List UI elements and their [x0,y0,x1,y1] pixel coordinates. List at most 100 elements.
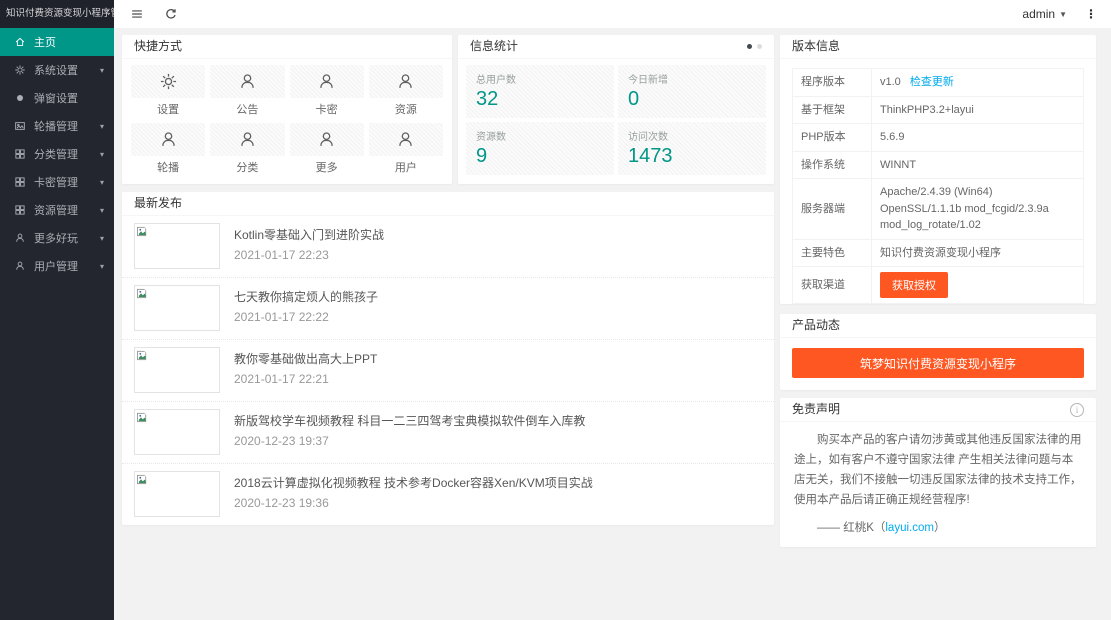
sidebar-item-more-fun[interactable]: 更多好玩 ▾ [0,224,114,252]
broken-image-icon [137,226,148,237]
user-menu[interactable]: admin ▼ [1022,7,1067,21]
vertical-ellipsis-icon[interactable]: ⋮ [1085,7,1097,21]
collapse-sidebar-icon[interactable] [130,7,144,21]
stat-label: 今日新增 [628,71,756,86]
post-date: 2021-01-17 22:21 [234,372,377,386]
user-icon [290,65,364,98]
row-label: 获取渠道 [793,267,872,304]
shortcut-user[interactable]: 用户 [369,123,443,179]
broken-image-icon [137,350,148,361]
product-link-button[interactable]: 筑梦知识付费资源变现小程序 [792,348,1084,378]
post-thumbnail [134,409,220,455]
disclaimer-card: 免责声明 i 购买本产品的客户请勿涉黄或其他违反国家法律的用途上，如有客户不遵守… [780,398,1096,547]
shortcut-label: 用户 [369,156,443,179]
broken-image-icon [137,412,148,423]
shortcut-label: 更多 [290,156,364,179]
sidebar-item-card-key-management[interactable]: 卡密管理 ▾ [0,168,114,196]
shortcut-carousel[interactable]: 轮播 [131,123,205,179]
stat-value: 9 [476,145,604,168]
carousel-dot[interactable] [757,44,762,49]
broken-image-icon [137,288,148,299]
stat-label: 资源数 [476,128,604,143]
refresh-icon[interactable] [164,7,178,21]
version-info-card: 版本信息 程序版本 v1.0 检查更新 基于框架 ThinkPHP3.2+lay… [780,35,1096,304]
post-thumbnail [134,223,220,269]
stat-label: 总用户数 [476,71,604,86]
sidebar-item-home[interactable]: 主页 [0,28,114,56]
list-item[interactable]: Kotlin零基础入门到进阶实战 2021-01-17 22:23 [122,216,774,278]
shortcut-card-key[interactable]: 卡密 [290,65,364,121]
program-version: v1.0 [880,76,901,88]
carousel-dot-active[interactable] [747,44,752,49]
user-icon [369,123,443,156]
stat-value: 1473 [628,145,756,168]
chevron-down-icon: ▼ [1059,10,1067,19]
disclaimer-text: 购买本产品的客户请勿涉黄或其他违反国家法律的用途上，如有客户不遵守国家法律 产生… [794,430,1082,511]
admin-dashboard: 知识付费资源变现小程序管 主页 系统设置 ▾ 弹窗设置 轮播管理 ▾ 分类管理 … [0,0,1111,620]
card-title: 免责声明 [792,398,840,421]
sidebar-item-label: 用户管理 [34,258,78,274]
disclaimer-signature: —— 红桃K（layui.com） [794,519,1082,535]
shortcut-category[interactable]: 分类 [210,123,284,179]
layui-link[interactable]: layui.com [885,522,934,534]
shortcut-resource[interactable]: 资源 [369,65,443,121]
sidebar-item-label: 轮播管理 [34,118,78,134]
user-icon [210,123,284,156]
carousel-dots [747,44,762,49]
shortcut-label: 卡密 [290,98,364,121]
sidebar-item-category-management[interactable]: 分类管理 ▾ [0,140,114,168]
card-title: 最新发布 [134,192,182,215]
post-title: 七天教你搞定烦人的熊孩子 [234,288,378,305]
stat-new-today: 今日新增 0 [618,65,766,118]
grid-icon [13,176,26,189]
shortcut-label: 分类 [210,156,284,179]
sidebar-item-system-settings[interactable]: 系统设置 ▾ [0,56,114,84]
main-content: 快捷方式 设置 公告 卡密 [122,35,1096,547]
user-icon [13,260,26,273]
os-value: WINNT [872,151,1084,179]
shortcut-more[interactable]: 更多 [290,123,364,179]
stat-value: 0 [628,88,756,111]
user-icon [13,232,26,245]
shortcut-settings[interactable]: 设置 [131,65,205,121]
check-update-link[interactable]: 检查更新 [910,76,954,88]
info-icon[interactable]: i [1070,403,1084,417]
sidebar-item-user-management[interactable]: 用户管理 ▾ [0,252,114,280]
post-date: 2020-12-23 19:36 [234,496,593,510]
list-item[interactable]: 七天教你搞定烦人的熊孩子 2021-01-17 22:22 [122,278,774,340]
get-authorization-button[interactable]: 获取授权 [880,272,948,298]
table-row: 程序版本 v1.0 检查更新 [793,69,1084,97]
sidebar-item-label: 资源管理 [34,202,78,218]
post-title: 教你零基础做出高大上PPT [234,350,377,367]
table-row: 服务器端 Apache/2.4.39 (Win64) OpenSSL/1.1.1… [793,179,1084,240]
post-date: 2020-12-23 19:37 [234,434,585,448]
post-title: Kotlin零基础入门到进阶实战 [234,226,384,243]
user-icon [131,123,205,156]
carousel-icon [13,120,26,133]
table-row: PHP版本 5.6.9 [793,124,1084,152]
list-item[interactable]: 2018云计算虚拟化视频教程 技术参考Docker容器Xen/KVM项目实战 2… [122,464,774,525]
broken-image-icon [137,474,148,485]
gear-icon [131,65,205,98]
table-row: 获取渠道 获取授权 [793,267,1084,304]
list-item[interactable]: 教你零基础做出高大上PPT 2021-01-17 22:21 [122,340,774,402]
stats-grid: 总用户数 32 今日新增 0 资源数 9 [458,59,774,181]
shortcut-label: 资源 [369,98,443,121]
sidebar-item-resource-management[interactable]: 资源管理 ▾ [0,196,114,224]
sidebar: 知识付费资源变现小程序管 主页 系统设置 ▾ 弹窗设置 轮播管理 ▾ 分类管理 … [0,0,114,620]
row-label: 程序版本 [793,69,872,97]
post-thumbnail [134,285,220,331]
home-icon [13,36,26,49]
shortcut-announcement[interactable]: 公告 [210,65,284,121]
stat-visits: 访问次数 1473 [618,122,766,175]
stat-resources: 资源数 9 [466,122,614,175]
sidebar-item-popup-settings[interactable]: 弹窗设置 [0,84,114,112]
framework-value: ThinkPHP3.2+layui [872,96,1084,124]
dot-icon [13,92,26,105]
table-row: 基于框架 ThinkPHP3.2+layui [793,96,1084,124]
list-item[interactable]: 新版驾校学车视频教程 科目一二三四驾考宝典模拟软件倒车入库教 2020-12-2… [122,402,774,464]
php-version-value: 5.6.9 [872,124,1084,152]
sidebar-item-carousel-management[interactable]: 轮播管理 ▾ [0,112,114,140]
feature-value: 知识付费资源变现小程序 [872,239,1084,267]
chevron-down-icon: ▾ [100,234,104,243]
